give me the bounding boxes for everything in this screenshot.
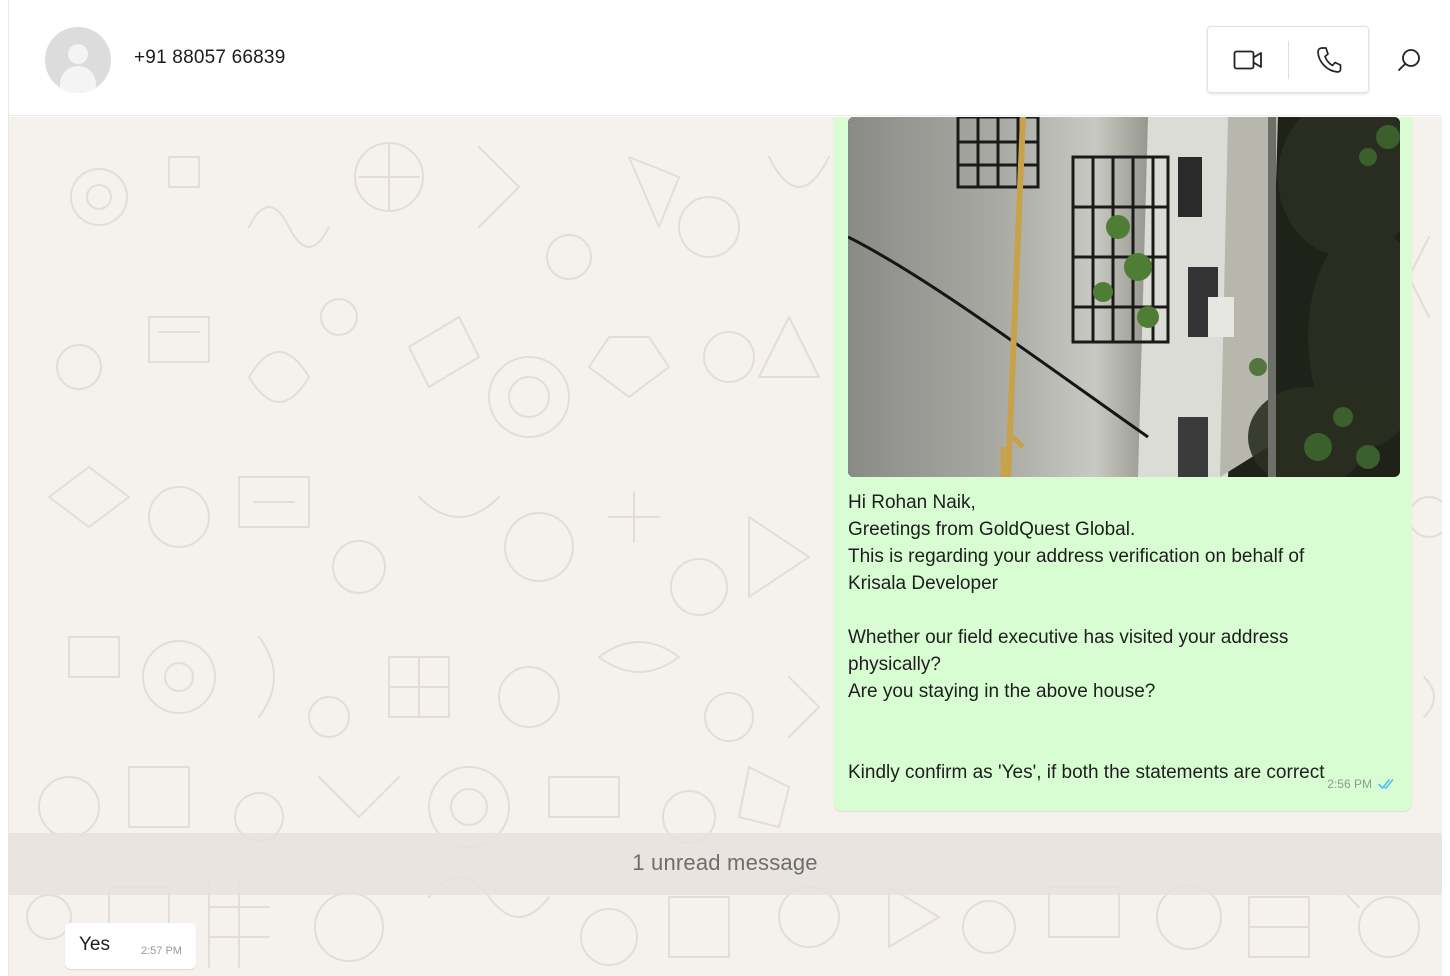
video-camera-icon <box>1233 50 1262 69</box>
message-line: Are you staying in the above house? <box>848 681 1156 702</box>
chat-header: +91 88057 66839 <box>9 0 1442 116</box>
message-line: Krisala Developer <box>848 573 998 594</box>
search-icon <box>1398 49 1420 71</box>
message-line: physically? <box>848 654 941 675</box>
double-check-read-icon <box>1378 779 1394 790</box>
incoming-message-time: 2:57 PM <box>141 945 182 957</box>
contact-name[interactable]: +91 88057 66839 <box>134 47 285 69</box>
call-buttons-group <box>1207 26 1369 93</box>
message-list[interactable]: Hi Rohan Naik, Greetings from GoldQuest … <box>9 117 1442 976</box>
message-line: Greetings from GoldQuest Global. <box>848 519 1136 540</box>
message-line: Hi Rohan Naik, <box>848 492 976 513</box>
message-line: Kindly confirm as 'Yes', if both the sta… <box>848 762 1325 783</box>
message-photo[interactable] <box>848 117 1400 477</box>
voice-call-button[interactable] <box>1289 27 1369 92</box>
chat-window: +91 88057 66839 Hi Rohan Naik, Greetings… <box>8 0 1442 976</box>
outgoing-message-bubble[interactable]: Hi Rohan Naik, Greetings from GoldQuest … <box>834 117 1412 811</box>
message-line: Whether our field executive has visited … <box>848 627 1289 648</box>
incoming-message-text: Yes <box>79 934 110 955</box>
contact-avatar[interactable] <box>45 27 111 93</box>
phone-icon <box>1317 46 1342 73</box>
avatar-body-shape <box>60 66 96 93</box>
unread-message-label: 1 unread message <box>632 850 818 875</box>
search-button[interactable] <box>1389 40 1429 80</box>
message-line: This is regarding your address verificat… <box>848 546 1305 567</box>
video-call-button[interactable] <box>1208 27 1288 92</box>
building-photo-image <box>848 117 1400 477</box>
outgoing-message-text: Hi Rohan Naik, Greetings from GoldQuest … <box>848 489 1388 786</box>
incoming-message-bubble[interactable]: Yes 2:57 PM <box>65 923 196 969</box>
message-time: 2:56 PM <box>1327 777 1372 791</box>
avatar-head-shape <box>68 44 88 64</box>
outgoing-message-meta: 2:56 PM <box>1327 777 1396 791</box>
